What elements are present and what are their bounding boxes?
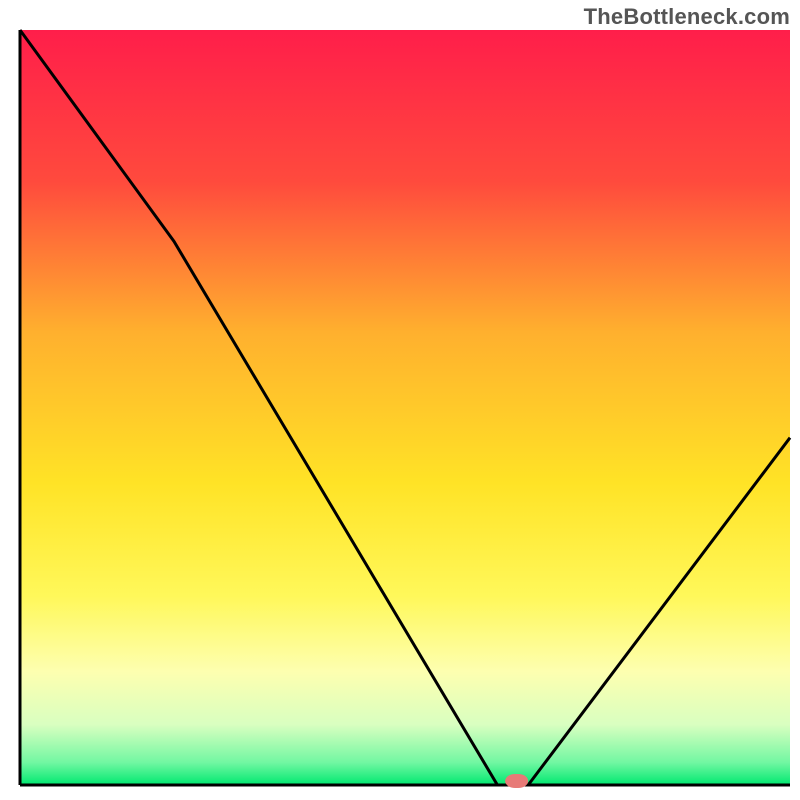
chart-svg: [0, 0, 800, 800]
attribution-label: TheBottleneck.com: [584, 4, 790, 30]
sweet-spot-marker: [505, 774, 528, 788]
plot-background: [20, 30, 790, 785]
bottleneck-chart: TheBottleneck.com: [0, 0, 800, 800]
